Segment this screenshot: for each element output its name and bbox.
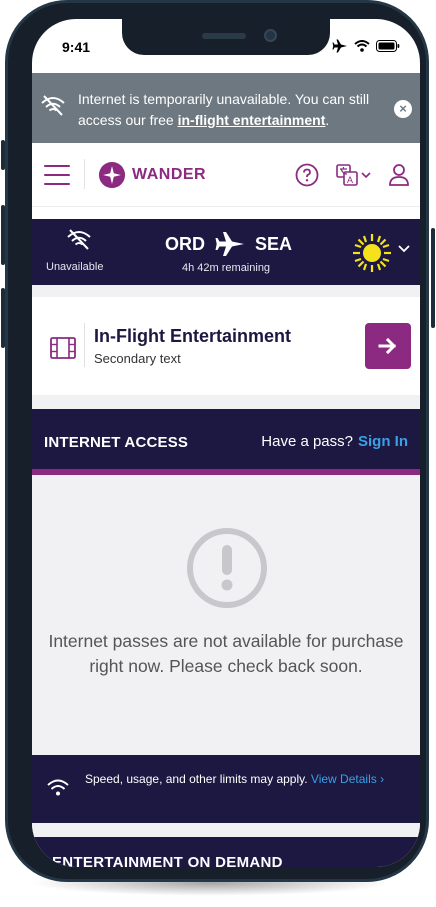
internet-access-title: INTERNET ACCESS (44, 434, 189, 451)
speaker (202, 33, 246, 39)
arrow-right-icon (378, 337, 397, 355)
status-icons (332, 39, 400, 53)
limits-text: Speed, usage, and other limits may apply… (85, 771, 410, 788)
flight-info-bar: Unavailable ORD SEA 4h 42m remaining (32, 219, 420, 285)
header-divider (84, 159, 85, 189)
wander-logo-icon[interactable] (99, 162, 125, 188)
pass-prompt: Have a pass? Sign In (261, 433, 408, 450)
have-pass-text: Have a pass? (261, 433, 353, 450)
in-flight-entertainment-link[interactable]: in-flight entertainment (178, 112, 326, 128)
time-remaining: 4h 42m remaining (182, 262, 271, 274)
sign-in-link[interactable]: Sign In (358, 433, 408, 450)
weather-sun-icon[interactable] (352, 233, 392, 273)
airplane-icon (215, 232, 244, 256)
svg-text:A: A (347, 175, 353, 185)
connection-status: Unavailable (46, 261, 104, 273)
chevron-down-icon[interactable] (398, 245, 410, 253)
view-details-link[interactable]: View Details › (311, 772, 384, 786)
banner-suffix: . (325, 112, 330, 128)
entertainment-on-demand-header: ENTERTAINMENT ON DEMAND (32, 837, 420, 867)
power-button (431, 228, 435, 328)
origin-code: ORD (165, 233, 205, 254)
menu-button[interactable] (44, 165, 70, 185)
phone-frame: 9:41 Internet is temporarily unavailable… (5, 0, 429, 882)
section-spacer (32, 823, 420, 837)
brand-name[interactable]: WANDER (132, 166, 206, 184)
wifi-icon (47, 779, 69, 796)
offline-banner: Internet is temporarily unavailable. You… (32, 73, 420, 143)
entertainment-open-button[interactable] (365, 323, 411, 369)
empty-state-message: Internet passes are not available for pu… (48, 631, 404, 676)
section-title: ENTERTAINMENT ON DEMAND (52, 854, 283, 867)
phone-screen: 9:41 Internet is temporarily unavailable… (32, 19, 420, 867)
hamburger-line (44, 174, 70, 176)
help-icon[interactable] (295, 163, 319, 187)
close-icon: × (399, 101, 407, 116)
flight-route: ORD SEA (165, 231, 292, 257)
front-camera (264, 29, 277, 42)
status-time: 9:41 (62, 39, 91, 55)
entertainment-subtitle: Secondary text (94, 351, 181, 366)
wifi-icon (354, 40, 370, 52)
entertainment-title: In-Flight Entertainment (94, 326, 291, 346)
film-icon (50, 337, 76, 359)
internet-access-header: INTERNET ACCESS Have a pass? Sign In (32, 409, 420, 475)
hamburger-line (44, 183, 70, 185)
limits-message: Speed, usage, and other limits may apply… (85, 772, 308, 786)
card-divider (84, 323, 85, 367)
entertainment-card[interactable]: In-Flight Entertainment Secondary text (32, 297, 420, 395)
hamburger-icon (44, 165, 70, 167)
destination-code: SEA (255, 233, 293, 254)
wifi-off-icon (67, 229, 91, 250)
notch (122, 19, 330, 55)
language-icon[interactable]: A (336, 163, 374, 187)
user-icon[interactable] (388, 163, 410, 187)
banner-close-button[interactable]: × (394, 100, 412, 118)
empty-state: Internet passes are not available for pu… (32, 475, 420, 755)
app-header: WANDER A (32, 143, 420, 207)
airplane-mode-icon (332, 39, 347, 53)
limits-notice: Speed, usage, and other limits may apply… (32, 755, 420, 823)
banner-message: Internet is temporarily unavailable. You… (78, 89, 378, 131)
wifi-off-icon (41, 95, 65, 116)
battery-icon (376, 40, 400, 52)
exclamation-circle-icon (187, 528, 267, 608)
